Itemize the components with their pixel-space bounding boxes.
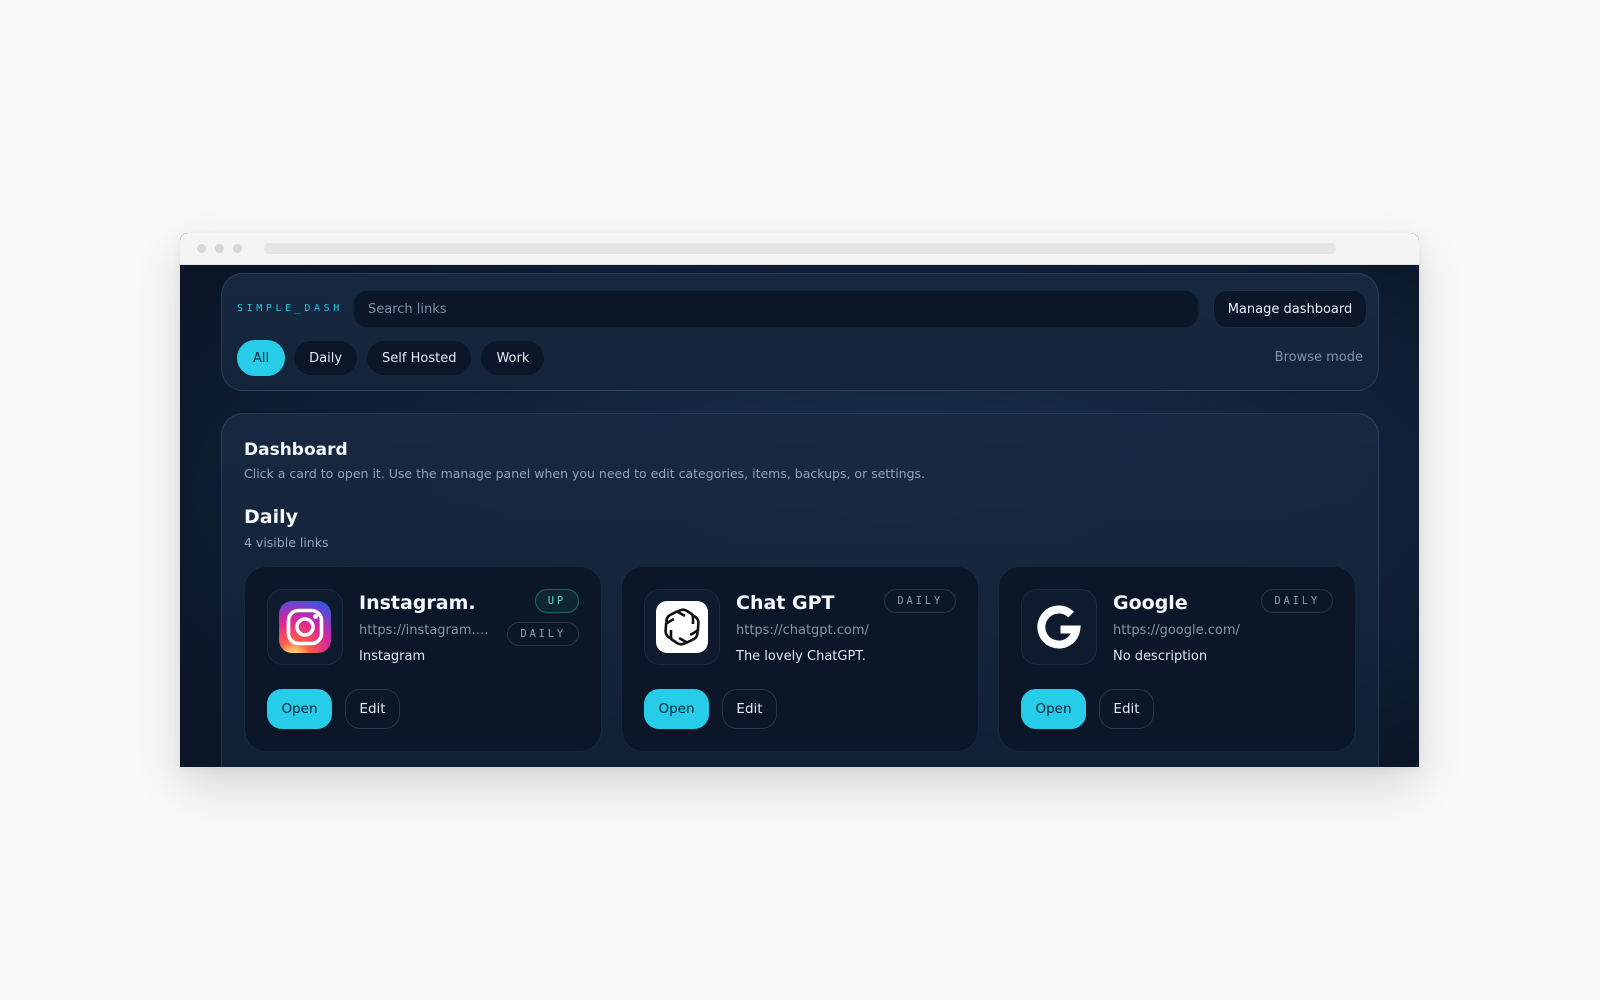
window-minimize-dot[interactable] [215, 244, 224, 253]
instagram-logo-icon [267, 589, 343, 665]
filter-chip-self-hosted[interactable]: Self Hosted [366, 340, 473, 376]
page-subtitle: Click a card to open it. Use the manage … [244, 466, 926, 481]
window-maximize-dot[interactable] [233, 244, 242, 253]
browser-window: SIMPLE_DASH Manage dashboard All Daily S… [180, 233, 1419, 767]
card-description: Instagram [359, 649, 426, 664]
app-logo[interactable]: SIMPLE_DASH [237, 303, 343, 314]
category-badge: DAILY [507, 622, 579, 646]
top-bar: SIMPLE_DASH Manage dashboard All Daily S… [221, 273, 1379, 391]
category-badge: DAILY [1261, 589, 1333, 613]
status-badge: UP [534, 589, 579, 613]
link-card-instagram[interactable]: Instagram. https://instagram.com/ Instag… [244, 566, 602, 752]
section-link-count: 4 visible links [244, 535, 329, 550]
link-card-chatgpt[interactable]: Chat GPT https://chatgpt.com/ The lovely… [621, 566, 979, 752]
edit-button[interactable]: Edit [1099, 689, 1154, 729]
card-title: Chat GPT [736, 592, 835, 614]
browser-chrome [180, 233, 1419, 265]
open-button[interactable]: Open [1021, 689, 1086, 729]
filter-chip-all[interactable]: All [237, 340, 286, 376]
open-button[interactable]: Open [644, 689, 709, 729]
card-description: The lovely ChatGPT. [736, 649, 866, 664]
card-url: https://chatgpt.com/ [736, 623, 869, 638]
link-card-grid: Instagram. https://instagram.com/ Instag… [244, 566, 1356, 752]
edit-button[interactable]: Edit [345, 689, 400, 729]
manage-dashboard-button[interactable]: Manage dashboard [1213, 290, 1367, 328]
card-title: Instagram. [359, 592, 476, 614]
page-viewport: SIMPLE_DASH Manage dashboard All Daily S… [180, 265, 1419, 767]
openai-logo-icon [644, 589, 720, 665]
search-input[interactable] [353, 290, 1199, 328]
window-close-dot[interactable] [197, 244, 206, 253]
section-title: Daily [244, 506, 299, 528]
mode-indicator: Browse mode [1274, 350, 1363, 365]
card-title: Google [1113, 592, 1188, 614]
address-bar[interactable] [264, 243, 1336, 254]
category-filter-bar: All Daily Self Hosted Work [237, 340, 546, 376]
card-url: https://google.com/ [1113, 623, 1240, 638]
dashboard-panel: Dashboard Click a card to open it. Use t… [221, 413, 1379, 767]
card-url: https://instagram.com/ [359, 623, 491, 638]
filter-chip-work[interactable]: Work [480, 340, 546, 376]
link-card-google[interactable]: Google https://google.com/ No descriptio… [998, 566, 1356, 752]
category-badge: DAILY [884, 589, 956, 613]
card-description: No description [1113, 649, 1208, 664]
page-title: Dashboard [244, 440, 348, 460]
google-logo-icon [1021, 589, 1097, 665]
edit-button[interactable]: Edit [722, 689, 777, 729]
open-button[interactable]: Open [267, 689, 332, 729]
filter-chip-daily[interactable]: Daily [293, 340, 359, 376]
